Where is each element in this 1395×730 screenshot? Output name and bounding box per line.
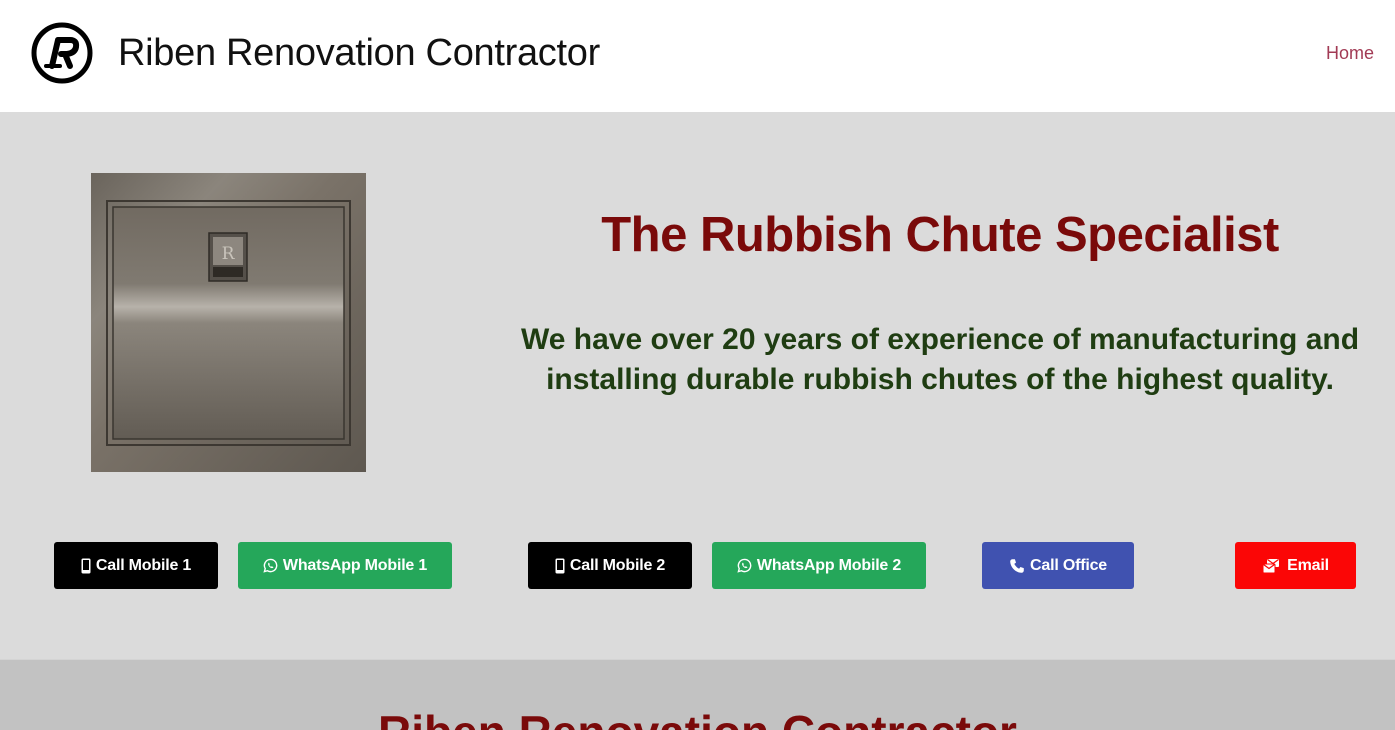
whatsapp-mobile-1-button[interactable]: WhatsApp Mobile 1 xyxy=(238,542,452,589)
call-office-label: Call Office xyxy=(1030,556,1107,574)
whatsapp-mobile-2-label: WhatsApp Mobile 2 xyxy=(756,556,902,574)
svg-text:R: R xyxy=(222,244,236,264)
whatsapp-icon xyxy=(737,558,752,573)
hero-tagline: We have over 20 years of experience of m… xyxy=(520,323,1360,396)
email-label: Email xyxy=(1287,556,1329,574)
rubbish-chute-image: R xyxy=(91,173,366,472)
call-mobile-1-label: Call Mobile 1 xyxy=(95,556,192,574)
call-mobile-2-button[interactable]: Call Mobile 2 xyxy=(528,542,692,589)
nav-link-home[interactable]: Home xyxy=(1326,42,1374,64)
whatsapp-mobile-2-button[interactable]: WhatsApp Mobile 2 xyxy=(712,542,926,589)
call-mobile-1-button[interactable]: Call Mobile 1 xyxy=(54,542,218,589)
mobile-phone-icon xyxy=(555,558,565,573)
mail-icon xyxy=(1262,558,1280,573)
whatsapp-icon xyxy=(263,558,278,573)
call-mobile-2-label: Call Mobile 2 xyxy=(569,556,666,574)
riben-logo-icon[interactable] xyxy=(30,21,94,85)
section-title: Riben Renovation Contractor xyxy=(0,704,1395,730)
whatsapp-mobile-1-label: WhatsApp Mobile 1 xyxy=(282,556,428,574)
about-section: Riben Renovation Contractor xyxy=(0,659,1395,730)
site-title[interactable]: Riben Renovation Contractor xyxy=(118,30,600,76)
email-button[interactable]: Email xyxy=(1235,542,1356,589)
site-header: Riben Renovation Contractor Home xyxy=(0,0,1395,112)
call-office-button[interactable]: Call Office xyxy=(982,542,1134,589)
hero-headline: The Rubbish Chute Specialist xyxy=(601,208,1279,262)
phone-icon xyxy=(1010,558,1024,573)
hero-section: R The Rubbish Chute Specialist We have o… xyxy=(0,112,1395,659)
mobile-phone-icon xyxy=(81,558,91,573)
